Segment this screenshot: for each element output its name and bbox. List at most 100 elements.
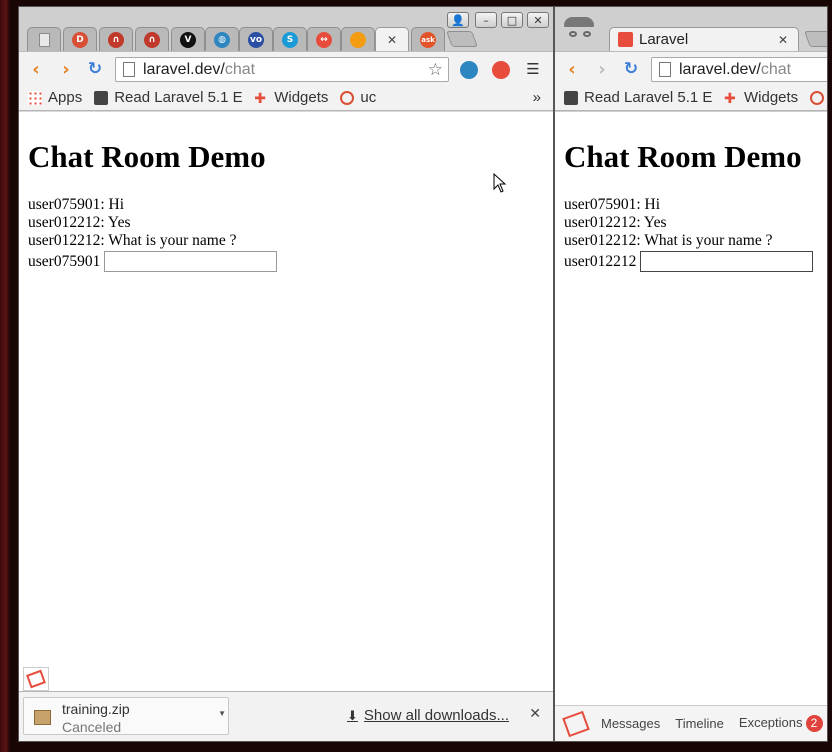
arrows-icon: ↔: [316, 31, 332, 48]
chat-message: user075901: Hi: [28, 196, 125, 213]
apps-grid-icon: [28, 90, 42, 105]
back-icon[interactable]: ‹: [25, 58, 47, 80]
address-bar[interactable]: laravel.dev/chat: [651, 57, 827, 82]
chat-message: user075901: Hi: [564, 196, 661, 213]
tab[interactable]: [341, 27, 375, 51]
bookmark-label: Widgets: [744, 89, 799, 106]
page-icon: [123, 62, 135, 77]
profile-icon[interactable]: 👤: [447, 12, 469, 28]
download-status: Canceled: [62, 719, 122, 735]
zip-file-icon: [34, 710, 51, 725]
menu-icon[interactable]: ☰: [522, 58, 544, 80]
arrows-extension-icon[interactable]: [492, 61, 510, 79]
globe-extension-icon[interactable]: [460, 61, 478, 79]
tab-ask[interactable]: ask: [411, 27, 445, 51]
back-icon[interactable]: ‹: [561, 58, 583, 80]
new-tab-button[interactable]: [446, 31, 478, 47]
download-item[interactable]: training.zip Canceled ▼: [23, 697, 229, 735]
chat-message-input[interactable]: [640, 251, 814, 272]
globe-icon: ◍: [214, 31, 230, 48]
disqus-icon: D: [72, 31, 88, 48]
tab[interactable]: ∩: [135, 27, 169, 51]
forward-icon[interactable]: ›: [591, 58, 613, 80]
bookmark-widgets[interactable]: ✚ Widgets: [724, 89, 798, 106]
bookmark-label: Read Laravel 5.1 E: [114, 89, 243, 106]
url-host: laravel.dev/: [679, 60, 761, 78]
message-list: user075901: Hi user012212: Yes user01221…: [28, 196, 553, 250]
bookmark-widgets[interactable]: ✚ Widgets: [254, 89, 328, 106]
bookmarks-overflow-icon[interactable]: »: [533, 89, 541, 106]
bookmarks-bar: Read Laravel 5.1 E ✚ Widgets: [555, 85, 827, 111]
download-menu-icon[interactable]: ▼: [218, 709, 226, 718]
book-icon: [564, 90, 578, 105]
maximize-icon[interactable]: □: [501, 12, 523, 28]
debugbar-tab-timeline[interactable]: Timeline: [675, 716, 724, 731]
bookmark-apps[interactable]: Apps: [28, 89, 82, 106]
close-window-icon[interactable]: ✕: [527, 12, 549, 28]
disqus-icon: [810, 90, 825, 105]
page-title: Chat Room Demo: [564, 139, 802, 174]
tab[interactable]: D: [63, 27, 97, 51]
tab-strip: Laravel ✕: [555, 7, 827, 51]
chat-username: user075901: [28, 252, 101, 270]
bookmark-read-laravel[interactable]: Read Laravel 5.1 E: [94, 89, 242, 106]
bookmark-read-laravel[interactable]: Read Laravel 5.1 E: [564, 89, 712, 106]
tab[interactable]: vo: [239, 27, 273, 51]
puzzle-icon: ✚: [724, 89, 736, 106]
chat-input-row: user012212: [564, 251, 827, 272]
url-path: chat: [224, 60, 256, 78]
tab[interactable]: ↔: [307, 27, 341, 51]
disqus-icon: [340, 90, 355, 105]
bookmark-uc[interactable]: uc: [340, 89, 376, 106]
minimize-icon[interactable]: –: [475, 12, 497, 28]
tab[interactable]: [27, 27, 61, 51]
laravel-debugbar-toggle-icon[interactable]: [23, 667, 49, 691]
url-path: chat: [760, 60, 792, 78]
download-filename: training.zip: [62, 701, 130, 717]
chat-message: user012212: Yes: [564, 214, 667, 231]
bookmark-label: Apps: [48, 89, 83, 106]
chat-message: user012212: What is your name ?: [564, 232, 773, 249]
tab[interactable]: ∩: [99, 27, 133, 51]
message-list: user075901: Hi user012212: Yes user01221…: [564, 196, 827, 250]
reload-icon[interactable]: ↻: [620, 58, 642, 80]
browser-window-left: D ∩ ∩ V ◍ vo S ↔ ask ✕ 👤 – □ ✕ ‹ › ↻ laravel.dev…: [18, 6, 554, 742]
laracasts-icon: ∩: [108, 31, 124, 48]
tab-active[interactable]: ✕: [375, 27, 409, 51]
download-arrow-icon: ⬇: [347, 707, 358, 723]
puzzle-icon: ✚: [254, 89, 266, 106]
tab[interactable]: V: [171, 27, 205, 51]
tab-close-icon[interactable]: ✕: [778, 33, 788, 47]
star-icon[interactable]: ☆: [428, 60, 443, 80]
new-tab-button[interactable]: [804, 31, 827, 47]
blank-page-icon: [38, 32, 50, 47]
chat-input-row: user075901: [28, 251, 553, 272]
page-icon: [659, 62, 671, 77]
laravel-logo-icon[interactable]: [562, 710, 590, 737]
tab-strip: D ∩ ∩ V ◍ vo S ↔ ask ✕ 👤 – □ ✕: [19, 7, 553, 51]
url-host: laravel.dev/: [143, 60, 225, 78]
chat-message-input[interactable]: [104, 251, 278, 272]
exceptions-label: Exceptions: [738, 715, 803, 730]
laravel-favicon-icon: [618, 32, 633, 47]
close-downloads-icon[interactable]: ✕: [529, 706, 541, 722]
page-content: Chat Room Demo user075901: Hi user012212…: [19, 112, 553, 692]
debugbar-tab-exceptions[interactable]: Exceptions 2: [739, 715, 823, 732]
tab-laravel[interactable]: Laravel ✕: [609, 27, 799, 51]
reload-icon[interactable]: ↻: [84, 58, 106, 80]
bookmark-disqus[interactable]: [810, 90, 827, 105]
page-content: Chat Room Demo user075901: Hi user012212…: [555, 112, 827, 707]
tab-close-icon[interactable]: ✕: [387, 33, 397, 47]
tab[interactable]: S: [273, 27, 307, 51]
forward-icon[interactable]: ›: [55, 58, 77, 80]
show-all-label: Show all downloads...: [363, 707, 509, 724]
vim-icon: V: [180, 31, 196, 48]
toolbar: ‹ › ↻ laravel.dev/chat ☆ ☰: [19, 51, 553, 85]
debugbar-tab-messages[interactable]: Messages: [601, 716, 660, 731]
bookmark-label: Widgets: [274, 89, 329, 106]
tab-title: Laravel: [639, 31, 689, 48]
address-bar[interactable]: laravel.dev/chat ☆: [115, 57, 449, 82]
orange-ball-icon: [350, 31, 366, 48]
show-all-downloads-link[interactable]: ⬇ Show all downloads...: [347, 707, 509, 724]
tab[interactable]: ◍: [205, 27, 239, 51]
